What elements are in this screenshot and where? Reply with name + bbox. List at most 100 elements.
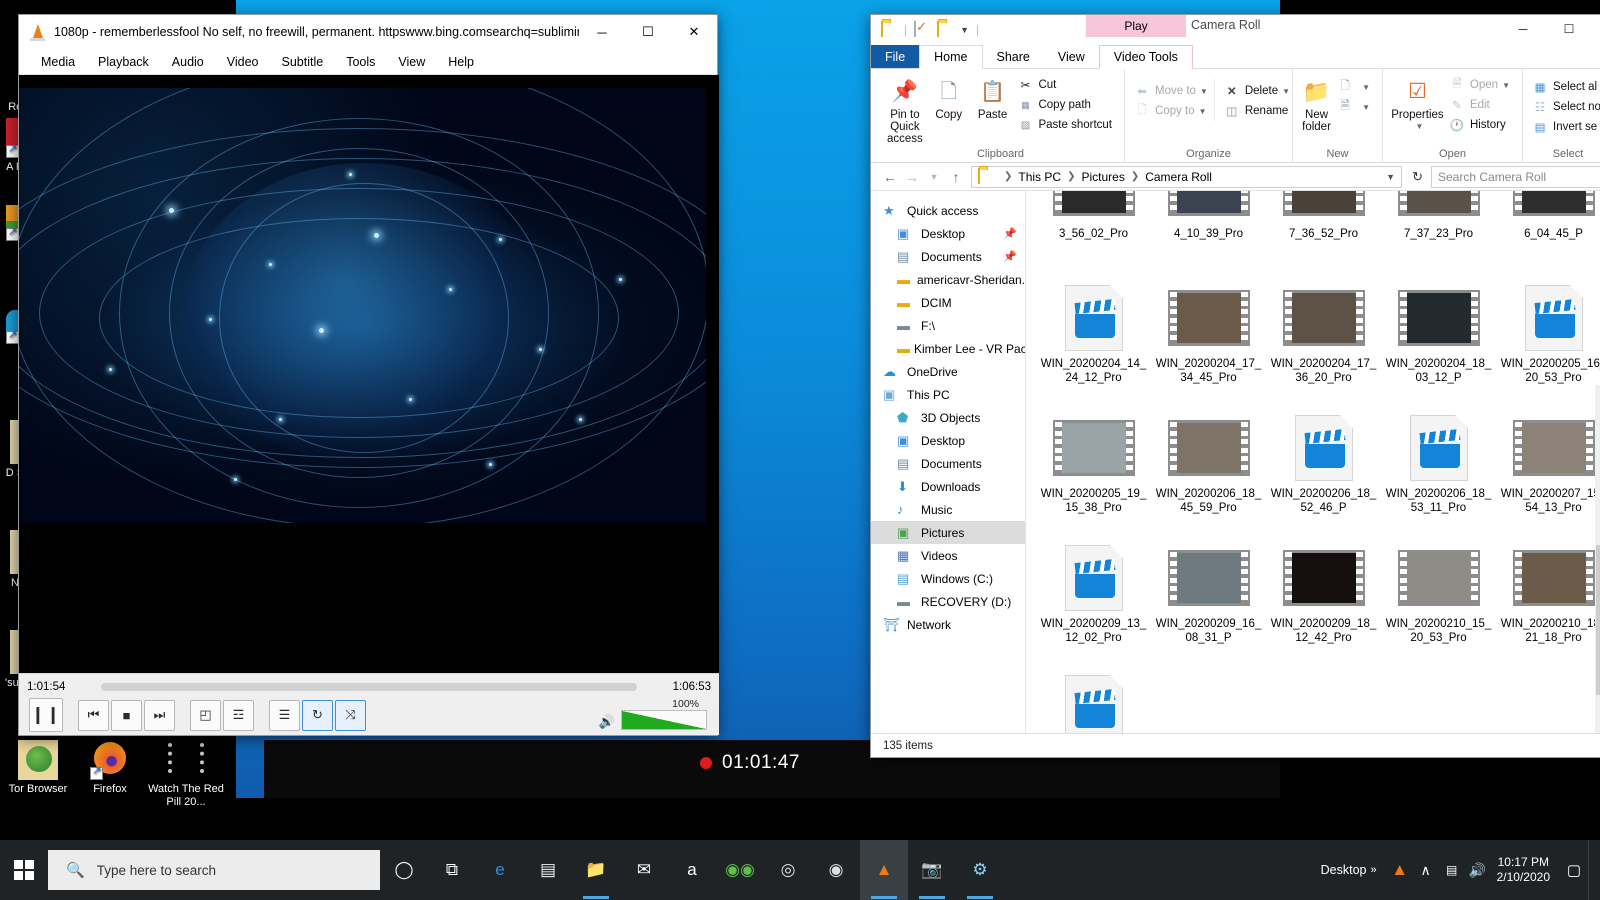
nav-item-windows-c[interactable]: ▤ Windows (C:): [871, 567, 1025, 590]
taskbar[interactable]: 🔍 Type here to search ◯ ⧉ e ▤ 📁 ✉ a ◉◉ ◎ ◉ ▲ 📷 ⚙ Des…: [0, 840, 1600, 900]
file-grid-container[interactable]: 3_56_02_Pro 4_10_39_Pro 7_36_52_Pro 7_37_23…: [1026, 191, 1600, 736]
file-tile[interactable]: WIN_20200210_15_20_53_Pro: [1381, 533, 1496, 663]
file-tile[interactable]: WIN_20200210_18_21_18_Pro: [1496, 533, 1600, 663]
vlc-menu-tools[interactable]: Tools: [346, 55, 375, 69]
action-center-icon[interactable]: ▢: [1560, 861, 1588, 879]
tray-overflow-icon[interactable]: »: [1370, 864, 1376, 876]
breadcrumb-pictures[interactable]: Pictures: [1081, 170, 1124, 184]
explorer-maximize-button[interactable]: ☐: [1547, 15, 1591, 43]
address-bar[interactable]: ← → ▼ ↑ ❯ This PC ❯ Pictures ❯ Camera Ro…: [871, 163, 1600, 191]
chevron-down-icon[interactable]: ▼: [1362, 103, 1370, 112]
nav-item-recovery-d[interactable]: ▬ RECOVERY (D:): [871, 590, 1025, 613]
vlc-maximize-button[interactable]: ☐: [625, 15, 671, 49]
chevron-down-icon[interactable]: ▼: [1200, 87, 1208, 96]
vlc-menu-audio[interactable]: Audio: [172, 55, 204, 69]
explorer-minimize-button[interactable]: ─: [1501, 15, 1545, 43]
file-tile[interactable]: 7_37_23_Pro: [1381, 191, 1496, 273]
start-button[interactable]: [0, 840, 48, 900]
taskbar-microsoft-store-icon[interactable]: ▤: [524, 840, 572, 900]
taskbar-cortana-icon[interactable]: ◯: [380, 840, 428, 900]
recent-locations-icon[interactable]: ▼: [923, 172, 945, 182]
vlc-menu-subtitle[interactable]: Subtitle: [282, 55, 324, 69]
taskbar-camera-app-icon[interactable]: ◎: [764, 840, 812, 900]
desktop-icon-watch-the-red-pill[interactable]: Watch The Red Pill 20...: [148, 740, 224, 809]
file-tile[interactable]: WIN_20200204_17_36_20_Pro: [1266, 273, 1381, 403]
invert-selection-button[interactable]: ▤ Invert se: [1531, 117, 1600, 137]
navigation-pane[interactable]: ★ Quick access ▣ Desktop 📌 ▤ Documents 📌 ▬ americ…: [871, 191, 1026, 736]
nav-item-kimber-lee-vr-pac[interactable]: ▬ Kimber Lee - VR Pac: [871, 337, 1025, 360]
select-all-button[interactable]: ▦ Select al: [1531, 77, 1600, 97]
file-tile[interactable]: WIN_20200206_18_45_59_Pro: [1151, 403, 1266, 533]
quick-access-toolbar[interactable]: | ▼ | Play Camera Roll ─ ☐: [871, 15, 1600, 45]
vlc-controls[interactable]: 1:01:54 1:06:53 ❙❙ ⏮ ■ ⏭ ◰ ☲ ☰ ↻ ⤨ 100% …: [19, 673, 719, 735]
nav-item-videos[interactable]: ▦ Videos: [871, 544, 1025, 567]
up-button[interactable]: ↑: [945, 169, 967, 185]
vlc-menubar[interactable]: Media Playback Audio Video Subtitle Tool…: [19, 49, 717, 75]
vlc-playlist-button[interactable]: ☰: [269, 699, 300, 731]
breadcrumb[interactable]: ❯ This PC ❯ Pictures ❯ Camera Roll ▼: [971, 165, 1403, 188]
taskbar-edge-icon[interactable]: e: [476, 840, 524, 900]
contextual-tab-play[interactable]: Play: [1086, 15, 1186, 37]
file-tile[interactable]: WIN_20200209_13_12_02_Pro: [1036, 533, 1151, 663]
vlc-seek-row[interactable]: 1:01:54 1:06:53: [19, 674, 719, 696]
vlc-next-button[interactable]: ⏭: [144, 699, 175, 731]
nav-item-documents[interactable]: ▤ Documents: [871, 452, 1025, 475]
vlc-window[interactable]: 1080p - rememberlessfool No self, no fre…: [18, 14, 719, 736]
vlc-stop-button[interactable]: ■: [111, 699, 142, 731]
tab-share[interactable]: Share: [983, 45, 1044, 68]
vlc-video-surface[interactable]: [19, 75, 719, 700]
taskbar-mail-icon[interactable]: ✉: [620, 840, 668, 900]
refresh-button[interactable]: ↻: [1412, 169, 1423, 185]
copy-button[interactable]: 🗋 Copy: [927, 73, 971, 121]
vlc-menu-media[interactable]: Media: [41, 55, 75, 69]
chevron-down-icon[interactable]: ▼: [1502, 81, 1510, 90]
file-tile[interactable]: 6_04_45_P: [1496, 191, 1600, 273]
vlc-tray-icon[interactable]: ▲: [1387, 860, 1413, 880]
pin-icon[interactable]: 📌: [1003, 227, 1017, 240]
nav-item-quick-access[interactable]: ★ Quick access: [871, 199, 1025, 222]
pin-icon[interactable]: 📌: [1003, 250, 1017, 263]
nav-item-desktop[interactable]: ▣ Desktop: [871, 429, 1025, 452]
nav-item-onedrive[interactable]: ☁ OneDrive: [871, 360, 1025, 383]
qat-dropdown-icon[interactable]: ▼: [960, 25, 969, 35]
cut-button[interactable]: ✂ Cut: [1016, 75, 1118, 95]
search-input[interactable]: Search Camera Roll: [1431, 165, 1600, 188]
file-grid[interactable]: 3_56_02_Pro 4_10_39_Pro 7_36_52_Pro 7_37_23…: [1026, 191, 1600, 736]
nav-item-downloads[interactable]: ⬇ Downloads: [871, 475, 1025, 498]
taskbar-color-wheel-icon[interactable]: ◉: [812, 840, 860, 900]
breadcrumb-this-pc[interactable]: This PC: [1018, 170, 1061, 184]
file-tile[interactable]: 3_56_02_Pro: [1036, 191, 1151, 273]
battery-icon[interactable]: ▤: [1439, 863, 1465, 877]
nav-item-f[interactable]: ▬ F:\: [871, 314, 1025, 337]
file-tile[interactable]: WIN_20200211_11_15_11_P: [1036, 663, 1151, 736]
easy-access-button[interactable]: 🗎 ▼: [1336, 97, 1376, 117]
taskbar-amazon-icon[interactable]: a: [668, 840, 716, 900]
taskbar-task-view-icon[interactable]: ⧉: [428, 840, 476, 900]
scrollbar-thumb[interactable]: [1596, 545, 1600, 695]
show-desktop-button[interactable]: [1588, 840, 1594, 900]
new-folder-qat-icon[interactable]: [937, 21, 953, 38]
file-tile[interactable]: 7_36_52_Pro: [1266, 191, 1381, 273]
chevron-down-icon[interactable]: ▼: [1199, 107, 1207, 116]
vlc-menu-help[interactable]: Help: [448, 55, 474, 69]
file-tile[interactable]: WIN_20200204_17_34_45_Pro: [1151, 273, 1266, 403]
chevron-down-icon[interactable]: ▼: [1362, 83, 1370, 92]
vlc-pause-button[interactable]: ❙❙: [29, 698, 63, 732]
vlc-titlebar[interactable]: 1080p - rememberlessfool No self, no fre…: [19, 15, 717, 49]
pin-to-quick-access-button[interactable]: 📌 Pin to Quick access: [883, 73, 927, 145]
nav-item-network[interactable]: ⛩ Network: [871, 613, 1025, 636]
vlc-seek-slider[interactable]: [101, 682, 637, 691]
speaker-icon[interactable]: 🔊: [599, 714, 615, 730]
breadcrumb-camera-roll[interactable]: Camera Roll: [1145, 170, 1212, 184]
vlc-fullscreen-button[interactable]: ◰: [190, 699, 221, 731]
desktop-icon-firefox[interactable]: Firefox: [72, 740, 148, 796]
tab-file[interactable]: File: [871, 45, 920, 68]
ribbon-tabs[interactable]: File Home Share View Video Tools: [871, 45, 1600, 69]
taskbar-vlc-icon[interactable]: ▲: [860, 840, 908, 900]
nav-item-this-pc[interactable]: ▣ This PC: [871, 383, 1025, 406]
back-button[interactable]: ←: [879, 169, 901, 185]
taskbar-file-explorer-icon[interactable]: 📁: [572, 840, 620, 900]
file-tile[interactable]: WIN_20200206_18_52_46_P: [1266, 403, 1381, 533]
move-to-button[interactable]: ⬅ Move to ▼: [1133, 81, 1214, 101]
new-folder-button[interactable]: 📁 New folder: [1299, 73, 1334, 134]
